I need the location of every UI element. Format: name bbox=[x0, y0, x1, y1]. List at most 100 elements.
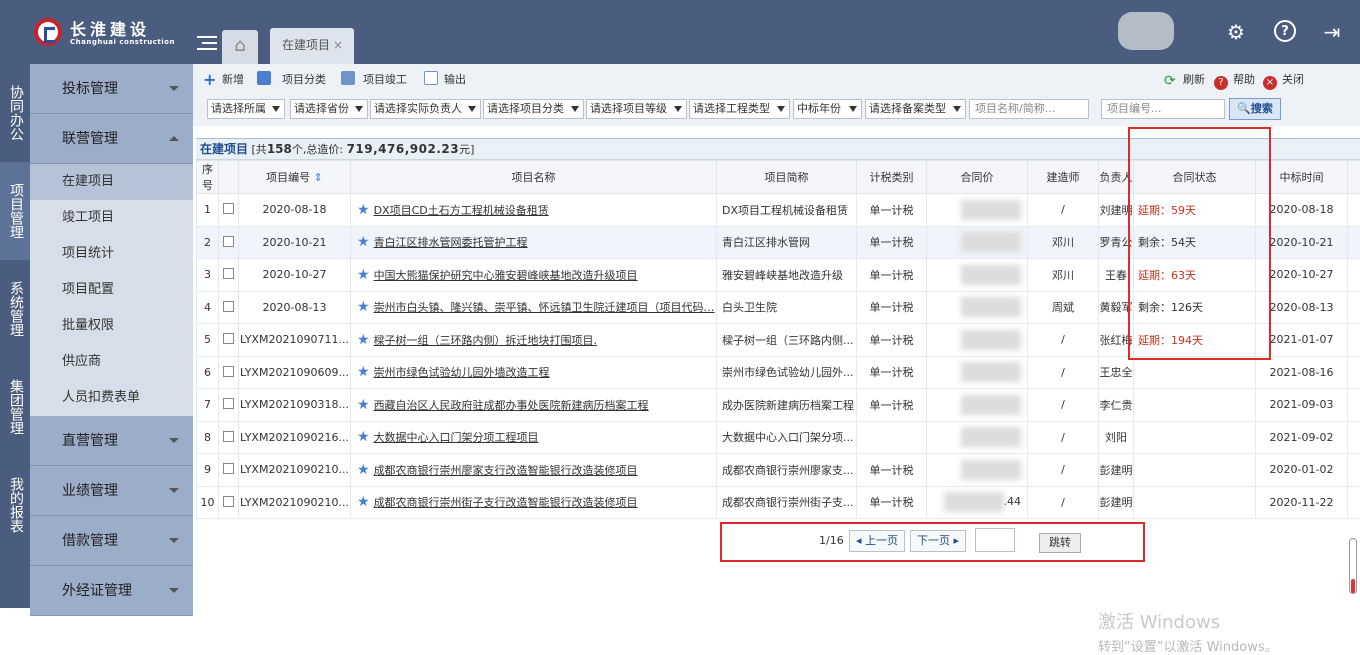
menu-toggle-icon[interactable] bbox=[197, 36, 217, 52]
checkbox-icon[interactable] bbox=[223, 463, 234, 474]
filter-engineering-type-select[interactable]: 请选择工程类型 bbox=[689, 99, 790, 119]
checkbox-icon[interactable] bbox=[223, 398, 234, 409]
star-icon[interactable]: ★ bbox=[357, 494, 370, 510]
row-name[interactable]: ★ DX项目CD土石方工程机械设备租赁 bbox=[351, 194, 717, 227]
table-row[interactable]: 10LYXM2021090210...★成都农商银行崇州街子支行改造智能银行改造… bbox=[197, 486, 1360, 519]
complete-button[interactable]: 项目竣工 bbox=[341, 71, 407, 87]
vnav-item-projects[interactable]: 项目管理 bbox=[0, 162, 30, 260]
sidebar-item-completed-projects[interactable]: 竣工项目 bbox=[30, 200, 193, 236]
vnav-item-office[interactable]: 协同办公 bbox=[0, 64, 30, 162]
help-button[interactable]: ?帮助 bbox=[1214, 71, 1255, 90]
filter-year-select[interactable]: 中标年份 bbox=[793, 99, 862, 119]
checkbox-icon[interactable] bbox=[223, 301, 234, 312]
row-checkbox[interactable] bbox=[219, 356, 239, 389]
project-name-link[interactable]: 崇州市白头镇、隆兴镇、崇平镇、怀远镇卫生院迁建项目（项目代码… bbox=[374, 301, 715, 314]
checkbox-icon[interactable] bbox=[223, 236, 234, 247]
row-checkbox[interactable] bbox=[219, 194, 239, 227]
table-row[interactable]: 7LYXM2021090318...★西藏自治区人民政府驻成都办事处医院新建病历… bbox=[197, 389, 1360, 422]
row-name[interactable]: ★ 中国大熊猫保护研究中心雅安碧峰峡基地改造升级项目 bbox=[351, 259, 717, 292]
project-name-link[interactable]: 崇州市绿色试验幼儿园外墙改造工程 bbox=[374, 366, 550, 379]
home-tab[interactable]: ⌂ bbox=[222, 30, 258, 64]
star-icon[interactable]: ★ bbox=[357, 234, 370, 250]
filter-owner-select[interactable]: 请选择所属 bbox=[207, 99, 285, 119]
project-name-link[interactable]: 成都农商银行崇州廖家支行改造智能银行改造装修项目 bbox=[374, 464, 638, 477]
refresh-button[interactable]: ⟳刷新 bbox=[1164, 71, 1205, 88]
sidebar-item-deduction-form[interactable]: 人员扣费表单 bbox=[30, 380, 193, 416]
row-name[interactable]: ★ 大数据中心入口门架分项工程项目 bbox=[351, 421, 717, 454]
row-checkbox[interactable] bbox=[219, 454, 239, 487]
star-icon[interactable]: ★ bbox=[357, 267, 370, 283]
filter-manager-select[interactable]: 请选择实际负责人 bbox=[370, 99, 481, 119]
row-name[interactable]: ★ 青白江区排水管网委托管护工程 bbox=[351, 226, 717, 259]
star-icon[interactable]: ★ bbox=[357, 332, 370, 348]
star-icon[interactable]: ★ bbox=[357, 462, 370, 478]
close-button[interactable]: ×关闭 bbox=[1263, 71, 1304, 90]
sidebar-group-bidding[interactable]: 投标管理 bbox=[30, 64, 193, 114]
export-button[interactable]: 输出 bbox=[424, 71, 466, 87]
checkbox-icon[interactable] bbox=[223, 496, 234, 507]
row-name[interactable]: ★ 崇州市绿色试验幼儿园外墙改造工程 bbox=[351, 356, 717, 389]
row-checkbox[interactable] bbox=[219, 389, 239, 422]
sidebar-group-loans[interactable]: 借款管理 bbox=[30, 516, 193, 566]
search-button[interactable]: 🔍搜索 bbox=[1229, 98, 1281, 120]
star-icon[interactable]: ★ bbox=[357, 364, 370, 380]
table-row[interactable]: 9LYXM2021090210...★成都农商银行崇州廖家支行改造智能银行改造装… bbox=[197, 454, 1360, 487]
project-name-link[interactable]: DX项目CD土石方工程机械设备租赁 bbox=[374, 204, 549, 217]
settings-gear-icon[interactable]: ⚙ bbox=[1224, 20, 1248, 44]
project-name-link[interactable]: 成都农商银行崇州街子支行改造智能银行改造装修项目 bbox=[374, 496, 638, 509]
star-icon[interactable]: ★ bbox=[357, 429, 370, 445]
filter-province-select[interactable]: 请选择省份 bbox=[290, 99, 368, 119]
sidebar-group-joint[interactable]: 联营管理 bbox=[30, 114, 193, 164]
checkbox-icon[interactable] bbox=[223, 203, 234, 214]
vnav-item-group[interactable]: 集团管理 bbox=[0, 358, 30, 456]
sidebar-group-certificate[interactable]: 外经证管理 bbox=[30, 566, 193, 616]
star-icon[interactable]: ★ bbox=[357, 202, 370, 218]
user-avatar[interactable] bbox=[1118, 12, 1174, 50]
row-checkbox[interactable] bbox=[219, 259, 239, 292]
checkbox-icon[interactable] bbox=[223, 333, 234, 344]
help-question-icon[interactable]: ? bbox=[1274, 20, 1296, 42]
star-icon[interactable]: ★ bbox=[357, 397, 370, 413]
logout-icon[interactable]: ⇥ bbox=[1320, 20, 1344, 44]
vnav-item-system[interactable]: 系统管理 bbox=[0, 260, 30, 358]
filter-level-select[interactable]: 请选择项目等级 bbox=[586, 99, 687, 119]
row-checkbox[interactable] bbox=[219, 226, 239, 259]
company-logo[interactable]: 长淮建设 Changhuai construction bbox=[34, 14, 194, 50]
row-name[interactable]: ★ 崇州市白头镇、隆兴镇、崇平镇、怀远镇卫生院迁建项目（项目代码… bbox=[351, 291, 717, 324]
tab-current-projects[interactable]: 在建项目× bbox=[270, 28, 354, 64]
sidebar-item-current-projects[interactable]: 在建项目 bbox=[30, 164, 193, 200]
checkbox-icon[interactable] bbox=[223, 268, 234, 279]
tab-close-icon[interactable]: × bbox=[333, 38, 343, 52]
sidebar-item-supplier[interactable]: 供应商 bbox=[30, 344, 193, 380]
project-code-input[interactable]: 项目编号... bbox=[1101, 99, 1225, 119]
table-row[interactable]: 6LYXM2021090609...★崇州市绿色试验幼儿园外墙改造工程崇州市绿色… bbox=[197, 356, 1360, 389]
row-name[interactable]: ★樑子树一组（三环路内侧）拆迁地块打围项目. bbox=[351, 324, 717, 357]
row-checkbox[interactable] bbox=[219, 486, 239, 519]
row-name[interactable]: ★ 成都农商银行崇州街子支行改造智能银行改造装修项目 bbox=[351, 486, 717, 519]
star-icon[interactable]: ★ bbox=[357, 299, 370, 315]
category-button[interactable]: 项目分类 bbox=[257, 71, 326, 87]
sidebar-item-batch-permission[interactable]: 批量权限 bbox=[30, 308, 193, 344]
sort-icon[interactable]: ⇕ bbox=[314, 171, 323, 184]
checkbox-icon[interactable] bbox=[223, 366, 234, 377]
sidebar-item-project-stats[interactable]: 项目统计 bbox=[30, 236, 193, 272]
sidebar-item-project-config[interactable]: 项目配置 bbox=[30, 272, 193, 308]
table-row[interactable]: 8LYXM2021090216...★大数据中心入口门架分项工程项目大数据中心入… bbox=[197, 421, 1360, 454]
checkbox-icon[interactable] bbox=[223, 431, 234, 442]
row-name[interactable]: ★ 西藏自治区人民政府驻成都办事处医院新建病历档案工程 bbox=[351, 389, 717, 422]
project-name-link[interactable]: 大数据中心入口门架分项工程项目 bbox=[374, 431, 539, 444]
vnav-item-reports[interactable]: 我的报表 bbox=[0, 456, 30, 554]
project-name-link[interactable]: 中国大熊猫保护研究中心雅安碧峰峡基地改造升级项目 bbox=[374, 269, 638, 282]
add-button[interactable]: +新增 bbox=[203, 71, 244, 88]
sidebar-group-direct[interactable]: 直营管理 bbox=[30, 416, 193, 466]
row-checkbox[interactable] bbox=[219, 421, 239, 454]
row-checkbox[interactable] bbox=[219, 291, 239, 324]
col-code[interactable]: 项目编号 ⇕ bbox=[239, 161, 351, 194]
row-checkbox[interactable] bbox=[219, 324, 239, 357]
project-name-link[interactable]: 西藏自治区人民政府驻成都办事处医院新建病历档案工程 bbox=[374, 399, 649, 412]
sidebar-group-performance[interactable]: 业绩管理 bbox=[30, 466, 193, 516]
project-name-input[interactable]: 项目名称/简称... bbox=[969, 99, 1089, 119]
filter-record-type-select[interactable]: 请选择备案类型 bbox=[865, 99, 966, 119]
project-name-link[interactable]: 青白江区排水管网委托管护工程 bbox=[374, 236, 528, 249]
row-name[interactable]: ★ 成都农商银行崇州廖家支行改造智能银行改造装修项目 bbox=[351, 454, 717, 487]
